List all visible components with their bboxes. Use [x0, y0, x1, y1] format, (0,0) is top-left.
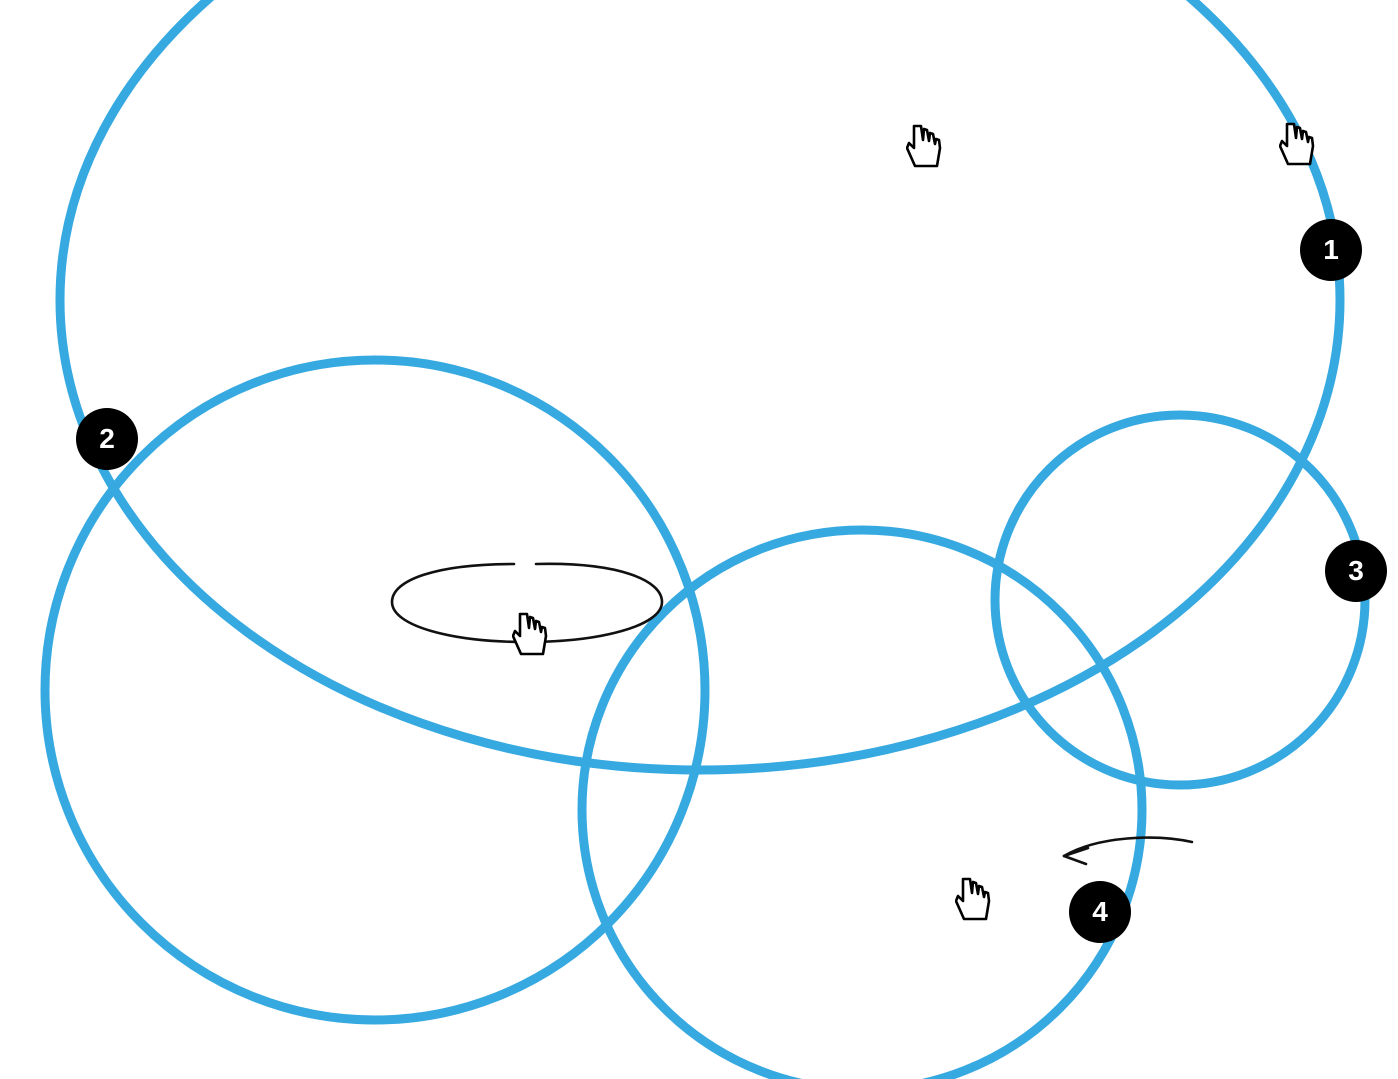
zoom-circle-outlines	[40, 0, 1370, 1079]
step-badge-4: 4	[1069, 881, 1131, 943]
screenshot-stage: April 2023 01.04.2023 Google Ads März Ma…	[0, 0, 1398, 1079]
step-badge-1: 1	[1300, 219, 1362, 281]
step-badge-3: 3	[1325, 540, 1387, 602]
cursor-pointer-row-menu	[1279, 122, 1315, 166]
highlight-ring-4	[577, 525, 1147, 1079]
step-badge-2: 2	[76, 408, 138, 470]
cursor-pointer-assign-supplier	[955, 877, 991, 921]
cursor-pointer-status-dot	[906, 124, 942, 168]
cursor-pointer-tab	[512, 612, 548, 656]
